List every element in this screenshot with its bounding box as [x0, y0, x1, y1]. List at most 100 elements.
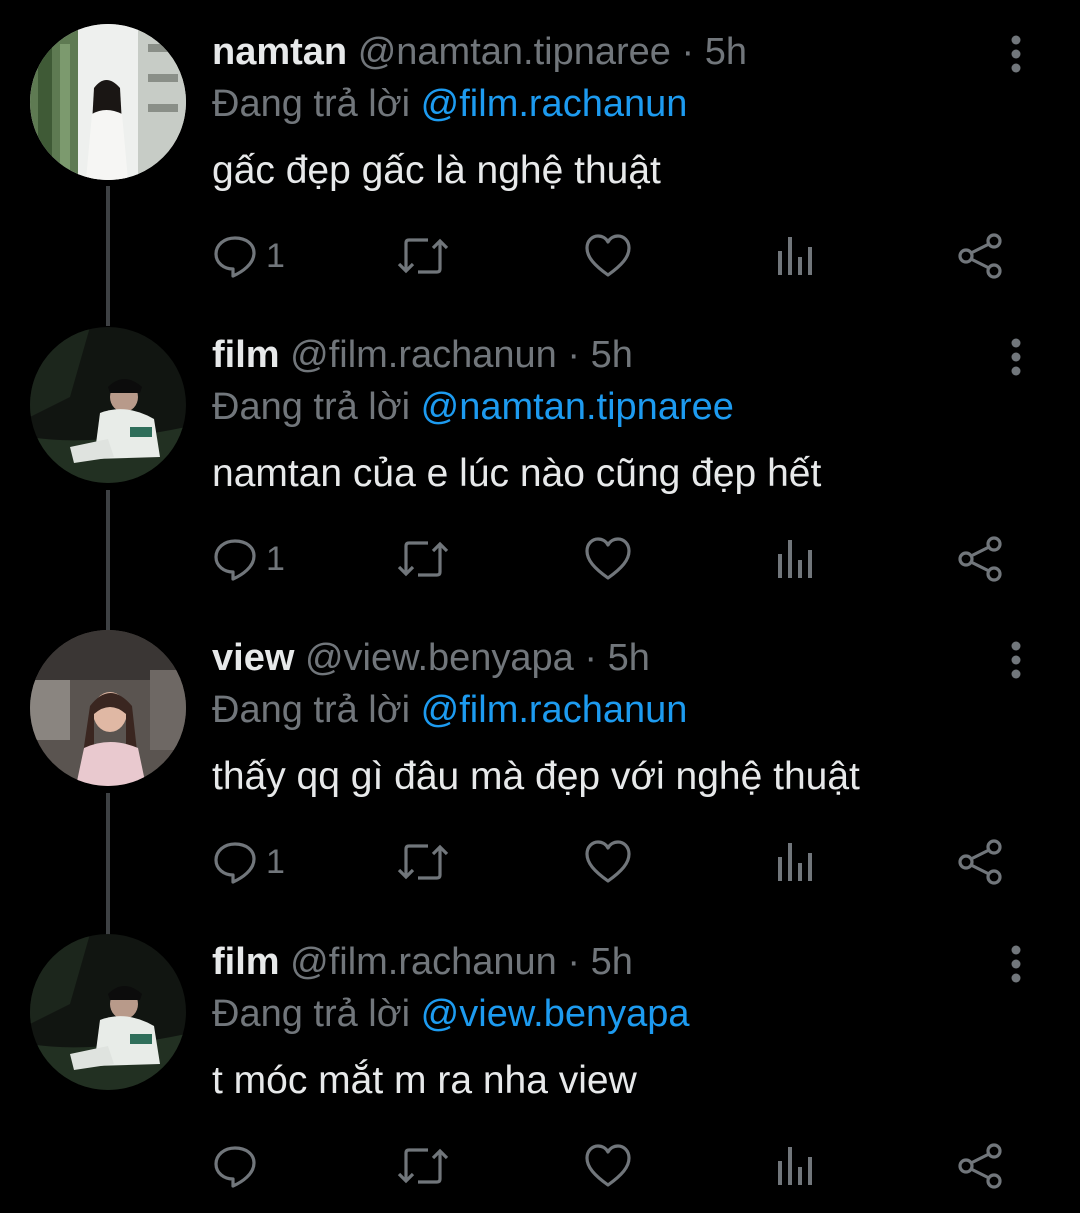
replying-prefix: Đang trả lời: [212, 83, 411, 125]
bar-chart-icon: [778, 540, 812, 578]
tweet-text: namtan của e lúc nào cũng đẹp hết: [212, 452, 822, 495]
timestamp[interactable]: 5h: [591, 334, 633, 376]
tweet-header: view @view.benyapa · 5h: [212, 632, 650, 684]
replying-to-line: Đang trả lời @film.rachanun: [212, 78, 687, 130]
tweet[interactable]: film @film.rachanun · 5h Đang trả lời @v…: [0, 910, 1080, 1213]
reply-count: 1: [266, 843, 285, 881]
reply-count: 1: [266, 540, 285, 578]
share-icon: [958, 536, 1002, 582]
tweet-text: t móc mắt m ra nha view: [212, 1059, 637, 1102]
more-options-button[interactable]: [996, 333, 1036, 381]
vertical-ellipsis-icon: [1011, 641, 1021, 679]
retweet-button[interactable]: [396, 1140, 450, 1192]
retweet-button[interactable]: [396, 836, 450, 888]
tweet-header: film @film.rachanun · 5h: [212, 936, 633, 988]
tweet-header: film @film.rachanun · 5h: [212, 329, 633, 381]
retweet-button[interactable]: [396, 230, 450, 282]
display-name[interactable]: view: [212, 637, 294, 679]
like-button[interactable]: [584, 836, 632, 888]
mention-link[interactable]: @film.rachanun: [421, 689, 688, 731]
share-icon: [958, 1143, 1002, 1189]
avatar[interactable]: [30, 934, 186, 1090]
views-button[interactable]: [772, 230, 816, 282]
tweet-text: gấc đẹp gấc là nghệ thuật: [212, 149, 661, 192]
more-options-button[interactable]: [996, 940, 1036, 988]
views-button[interactable]: [772, 836, 816, 888]
user-handle[interactable]: @view.benyapa: [305, 637, 574, 679]
separator-dot: ·: [681, 31, 695, 73]
heart-icon: [585, 1144, 631, 1187]
mention-link[interactable]: @film.rachanun: [421, 83, 688, 125]
share-icon: [958, 233, 1002, 279]
reply-button[interactable]: 1: [212, 230, 285, 282]
retweet-icon: [397, 541, 449, 577]
tweet[interactable]: namtan @namtan.tipnaree · 5h Đang trả lờ…: [0, 0, 1080, 303]
avatar-photo: [30, 327, 186, 483]
action-bar: [0, 1140, 1080, 1192]
share-button[interactable]: [956, 836, 1004, 888]
mention-link[interactable]: @view.benyapa: [421, 993, 690, 1035]
views-button[interactable]: [772, 1140, 816, 1192]
reply-count: 1: [266, 237, 285, 275]
reply-button[interactable]: 1: [212, 836, 285, 888]
share-button[interactable]: [956, 1140, 1004, 1192]
avatar[interactable]: [30, 24, 186, 180]
user-handle[interactable]: @namtan.tipnaree: [358, 31, 671, 73]
vertical-ellipsis-icon: [1011, 338, 1021, 376]
speech-bubble-icon: [214, 1146, 256, 1188]
avatar-photo: [30, 630, 186, 786]
share-icon: [958, 839, 1002, 885]
replying-prefix: Đang trả lời: [212, 386, 411, 428]
replying-to-line: Đang trả lời @namtan.tipnaree: [212, 381, 734, 433]
like-button[interactable]: [584, 1140, 632, 1192]
vertical-ellipsis-icon: [1011, 945, 1021, 983]
retweet-icon: [397, 238, 449, 274]
replying-to-line: Đang trả lời @view.benyapa: [212, 988, 690, 1040]
speech-bubble-icon: [214, 539, 256, 581]
mention-link[interactable]: @namtan.tipnaree: [421, 386, 734, 428]
display-name[interactable]: film: [212, 334, 280, 376]
speech-bubble-icon: [214, 842, 256, 884]
tweet-header: namtan @namtan.tipnaree · 5h: [212, 26, 747, 78]
vertical-ellipsis-icon: [1011, 35, 1021, 73]
user-handle[interactable]: @film.rachanun: [290, 941, 557, 983]
timestamp[interactable]: 5h: [608, 637, 650, 679]
separator-dot: ·: [567, 334, 581, 376]
more-options-button[interactable]: [996, 30, 1036, 78]
heart-icon: [585, 840, 631, 883]
action-bar: 1: [0, 533, 1080, 585]
avatar[interactable]: [30, 630, 186, 786]
user-handle[interactable]: @film.rachanun: [290, 334, 557, 376]
like-button[interactable]: [584, 533, 632, 585]
speech-bubble-icon: [214, 236, 256, 278]
bar-chart-icon: [778, 843, 812, 881]
heart-icon: [585, 537, 631, 580]
like-button[interactable]: [584, 230, 632, 282]
tweet[interactable]: film @film.rachanun · 5h Đang trả lời @n…: [0, 303, 1080, 606]
avatar-photo: [30, 934, 186, 1090]
action-bar: 1: [0, 230, 1080, 282]
reply-button[interactable]: [212, 1140, 266, 1192]
reply-thread: namtan @namtan.tipnaree · 5h Đang trả lờ…: [0, 0, 1080, 1196]
timestamp[interactable]: 5h: [705, 31, 747, 73]
reply-button[interactable]: 1: [212, 533, 285, 585]
separator-dot: ·: [584, 637, 598, 679]
replying-prefix: Đang trả lời: [212, 993, 411, 1035]
timestamp[interactable]: 5h: [591, 941, 633, 983]
views-button[interactable]: [772, 533, 816, 585]
bar-chart-icon: [778, 1147, 812, 1185]
share-button[interactable]: [956, 533, 1004, 585]
retweet-button[interactable]: [396, 533, 450, 585]
action-bar: 1: [0, 836, 1080, 888]
avatar[interactable]: [30, 327, 186, 483]
more-options-button[interactable]: [996, 636, 1036, 684]
replying-prefix: Đang trả lời: [212, 689, 411, 731]
display-name[interactable]: namtan: [212, 31, 347, 73]
display-name[interactable]: film: [212, 941, 280, 983]
retweet-icon: [397, 844, 449, 880]
tweet[interactable]: view @view.benyapa · 5h Đang trả lời @fi…: [0, 606, 1080, 909]
separator-dot: ·: [567, 941, 581, 983]
share-button[interactable]: [956, 230, 1004, 282]
replying-to-line: Đang trả lời @film.rachanun: [212, 684, 687, 736]
retweet-icon: [397, 1148, 449, 1184]
